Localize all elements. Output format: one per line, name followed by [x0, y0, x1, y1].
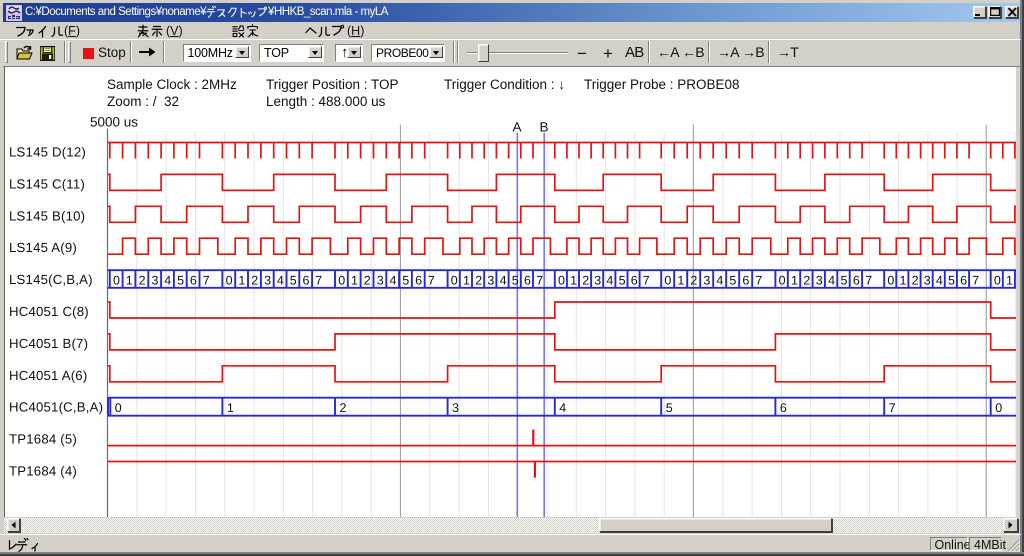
- svg-text:4: 4: [828, 273, 835, 287]
- svg-text:0: 0: [226, 273, 233, 287]
- svg-text:3: 3: [594, 273, 601, 287]
- svg-text:3: 3: [487, 273, 494, 287]
- svg-text:6: 6: [524, 273, 531, 287]
- svg-text:2: 2: [340, 401, 347, 415]
- svg-text:2: 2: [364, 273, 371, 287]
- svg-text:2: 2: [690, 273, 697, 287]
- svg-text:0: 0: [995, 401, 1002, 415]
- svg-text:7: 7: [643, 273, 650, 287]
- svg-text:2: 2: [582, 273, 589, 287]
- svg-text:6: 6: [415, 273, 422, 287]
- svg-text:1: 1: [1006, 273, 1013, 287]
- svg-text:1: 1: [351, 273, 358, 287]
- svg-text:A: A: [513, 120, 522, 135]
- svg-text:0: 0: [113, 273, 120, 287]
- svg-text:5: 5: [177, 273, 184, 287]
- svg-text:7: 7: [315, 273, 322, 287]
- svg-text:1: 1: [570, 273, 577, 287]
- svg-text:0: 0: [994, 273, 1001, 287]
- svg-text:4: 4: [559, 401, 566, 415]
- svg-text:6: 6: [780, 401, 787, 415]
- svg-text:1: 1: [677, 273, 684, 287]
- svg-text:3: 3: [377, 273, 384, 287]
- svg-text:LS145 D(12): LS145 D(12): [9, 145, 86, 160]
- svg-text:7: 7: [755, 273, 762, 287]
- svg-text:7: 7: [203, 273, 210, 287]
- svg-text:4: 4: [390, 273, 397, 287]
- svg-text:0: 0: [338, 273, 345, 287]
- svg-text:6: 6: [190, 273, 197, 287]
- svg-text:1: 1: [791, 273, 798, 287]
- svg-text:5: 5: [948, 273, 955, 287]
- svg-text:0: 0: [451, 273, 458, 287]
- svg-text:7: 7: [972, 273, 979, 287]
- svg-text:B: B: [540, 120, 549, 135]
- svg-text:LS145 C(11): LS145 C(11): [9, 176, 85, 191]
- svg-text:6: 6: [853, 273, 860, 287]
- svg-text:HC4051 A(6): HC4051 A(6): [9, 368, 87, 383]
- svg-text:4: 4: [500, 273, 507, 287]
- svg-text:5: 5: [666, 401, 673, 415]
- svg-text:3: 3: [816, 273, 823, 287]
- svg-text:TP1684 (5): TP1684 (5): [9, 432, 77, 447]
- svg-text:3: 3: [452, 401, 459, 415]
- svg-text:2: 2: [139, 273, 146, 287]
- svg-text:5: 5: [512, 273, 519, 287]
- svg-text:TP1684 (4): TP1684 (4): [9, 464, 77, 479]
- svg-text:4: 4: [716, 273, 723, 287]
- svg-text:4: 4: [606, 273, 613, 287]
- svg-text:2: 2: [912, 273, 919, 287]
- svg-text:4: 4: [277, 273, 284, 287]
- svg-text:1: 1: [227, 401, 234, 415]
- svg-text:6: 6: [960, 273, 967, 287]
- svg-text:2: 2: [803, 273, 810, 287]
- svg-text:7: 7: [428, 273, 435, 287]
- svg-text:5: 5: [841, 273, 848, 287]
- svg-text:HC4051(C,B,A): HC4051(C,B,A): [9, 400, 103, 415]
- svg-text:HC4051 B(7): HC4051 B(7): [9, 336, 88, 351]
- svg-text:5: 5: [619, 273, 626, 287]
- svg-text:1: 1: [900, 273, 907, 287]
- svg-text:3: 3: [152, 273, 159, 287]
- svg-text:2: 2: [475, 273, 482, 287]
- svg-text:5: 5: [402, 273, 409, 287]
- svg-text:7: 7: [536, 273, 543, 287]
- svg-text:1: 1: [238, 273, 245, 287]
- svg-text:0: 0: [115, 401, 122, 415]
- svg-text:5000 us: 5000 us: [90, 115, 138, 130]
- svg-text:0: 0: [887, 273, 894, 287]
- svg-text:0: 0: [664, 273, 671, 287]
- svg-text:1: 1: [463, 273, 470, 287]
- svg-text:5: 5: [729, 273, 736, 287]
- svg-text:6: 6: [742, 273, 749, 287]
- svg-text:6: 6: [631, 273, 638, 287]
- svg-text:4: 4: [936, 273, 943, 287]
- svg-text:7: 7: [889, 401, 896, 415]
- svg-text:3: 3: [924, 273, 931, 287]
- svg-text:4: 4: [164, 273, 171, 287]
- svg-text:0: 0: [779, 273, 786, 287]
- svg-text:3: 3: [703, 273, 710, 287]
- svg-text:3: 3: [264, 273, 271, 287]
- svg-text:5: 5: [290, 273, 297, 287]
- svg-text:LS145(C,B,A): LS145(C,B,A): [9, 272, 93, 287]
- svg-text:LS145 A(9): LS145 A(9): [9, 240, 77, 255]
- svg-text:2: 2: [251, 273, 258, 287]
- svg-text:6: 6: [303, 273, 310, 287]
- svg-text:HC4051 C(8): HC4051 C(8): [9, 304, 89, 319]
- svg-text:1: 1: [126, 273, 133, 287]
- svg-text:LS145 B(10): LS145 B(10): [9, 208, 85, 223]
- svg-text:7: 7: [865, 273, 872, 287]
- svg-text:0: 0: [558, 273, 565, 287]
